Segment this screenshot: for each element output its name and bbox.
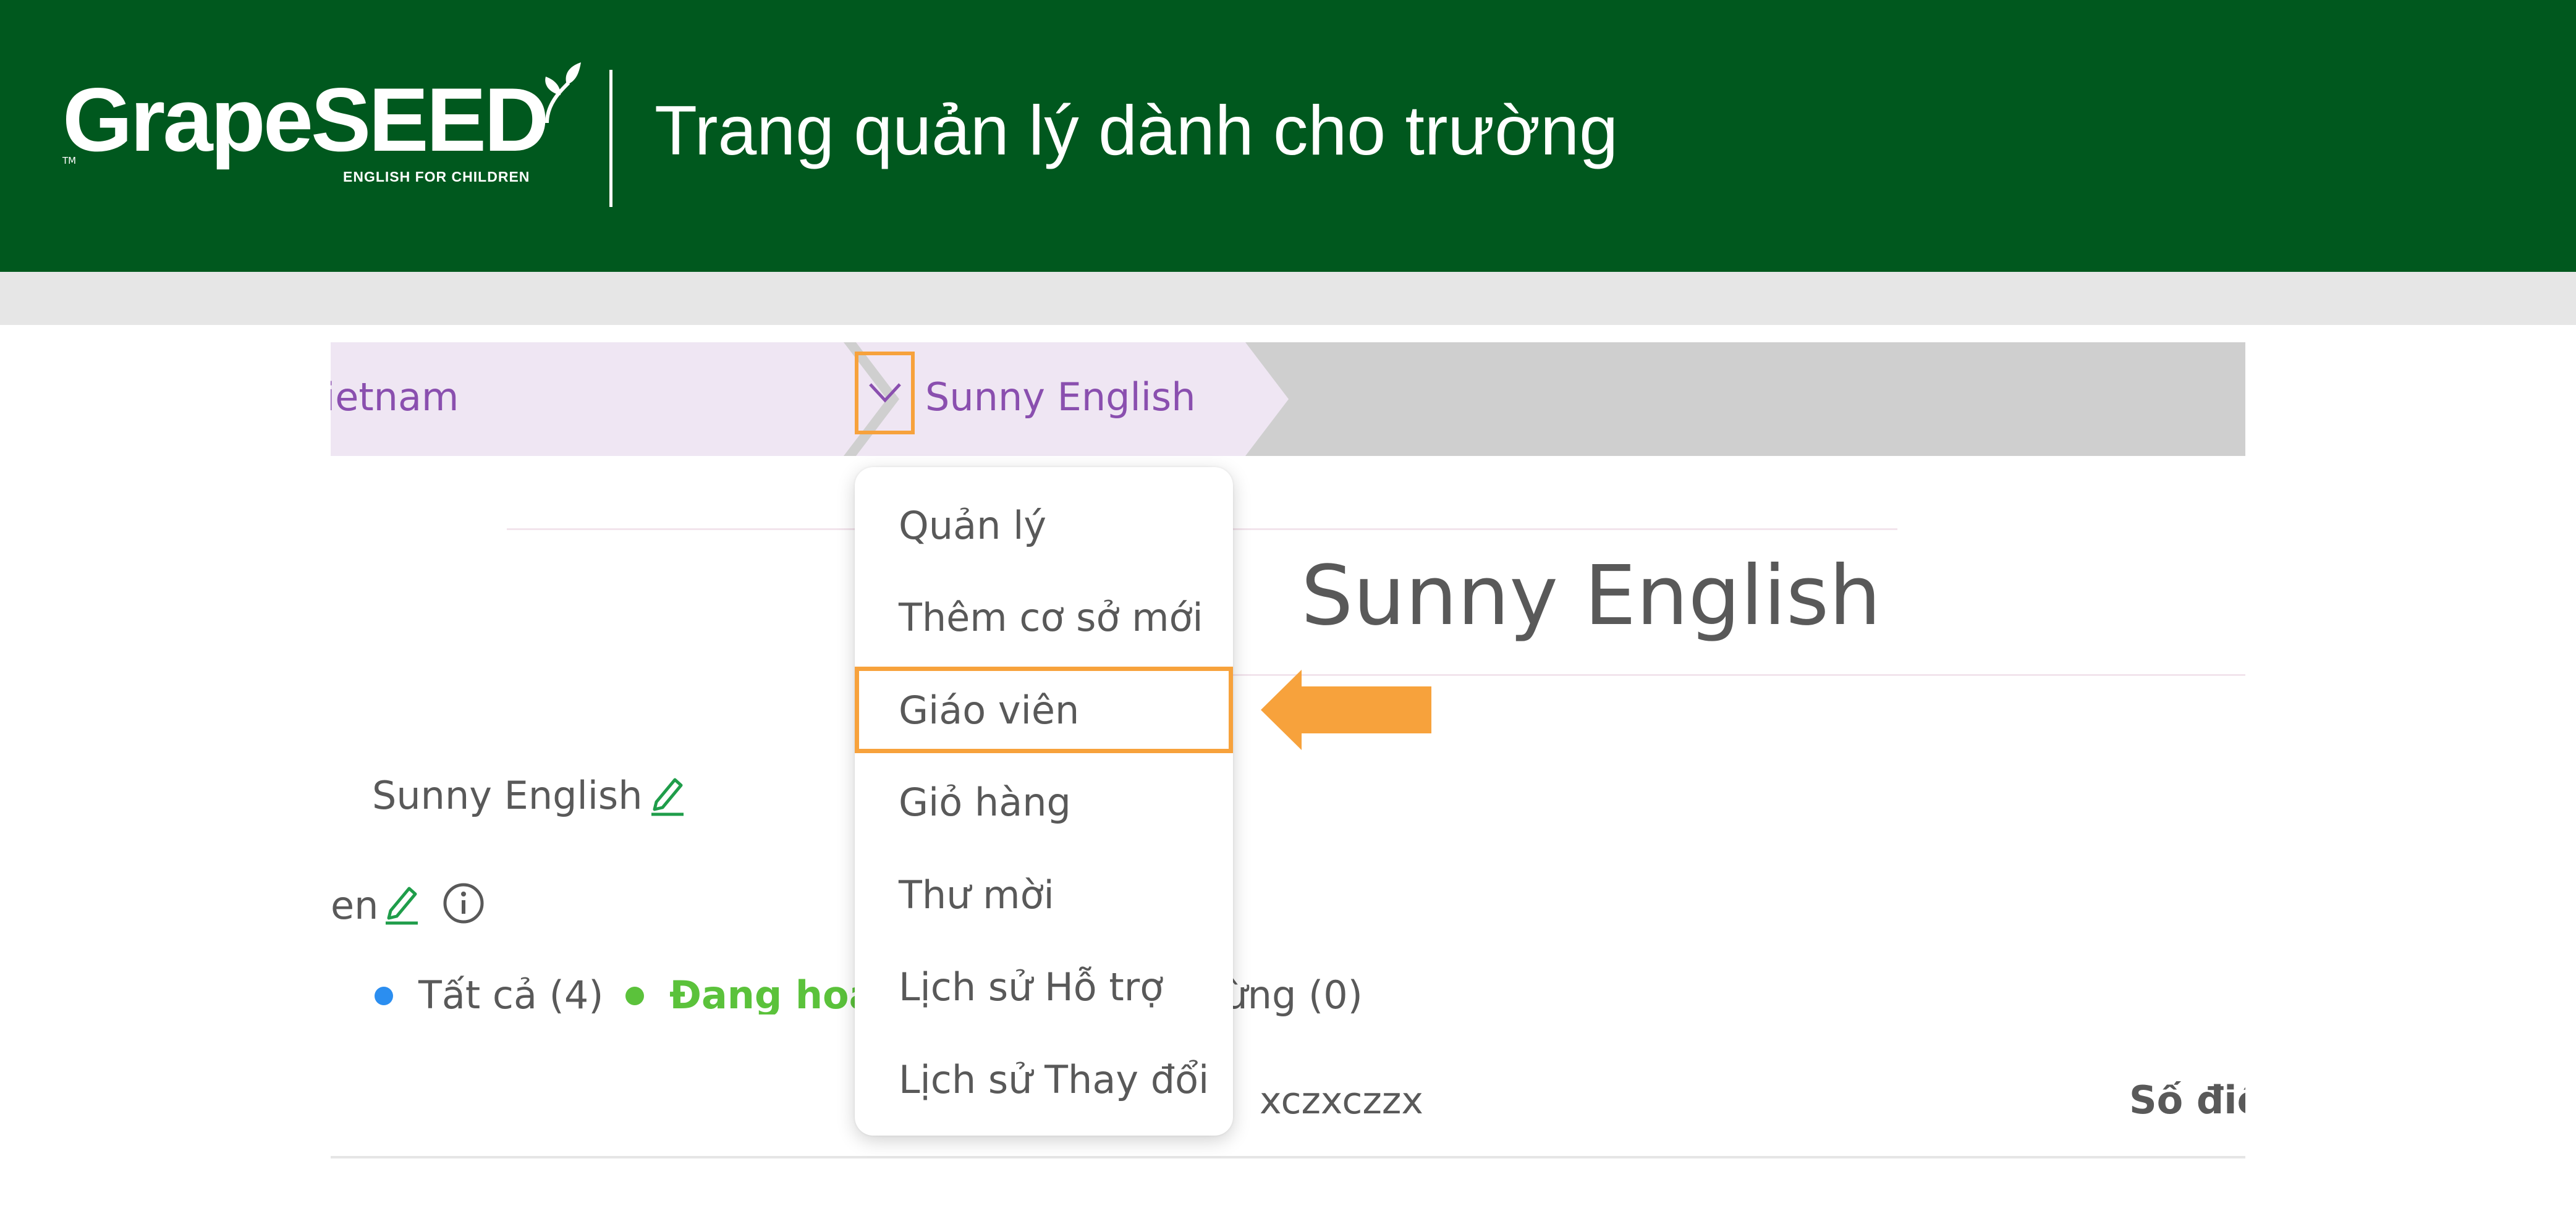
chevron-down-icon	[868, 383, 901, 403]
menu-item-label: Thư mời	[899, 872, 1054, 917]
menu-item-manage[interactable]: Quản lý	[855, 482, 1233, 568]
school-context-menu: Quản lý Thêm cơ sở mới Giáo viên Giỏ hàng Th…	[855, 467, 1233, 1136]
page-title: Sunny English	[1301, 549, 1881, 644]
status-dot-all	[375, 987, 393, 1005]
app-header: GrapeSEED TM ENGLISH FOR CHILDREN Trang …	[0, 0, 2576, 272]
status-dot-active	[625, 987, 644, 1005]
toolbar-band	[0, 272, 2576, 325]
sprout-icon	[545, 62, 581, 124]
edit-pencil-icon[interactable]	[648, 772, 687, 817]
breadcrumb: ietnam Sunny English	[331, 342, 2245, 456]
menu-item-cart[interactable]: Giỏ hàng	[855, 759, 1233, 846]
filter-active[interactable]: Đang hoạ	[669, 976, 855, 1014]
menu-item-label: Lịch sử Thay đổi	[899, 1057, 1210, 1102]
menu-item-label: Quản lý	[899, 502, 1047, 548]
arrow-left-icon	[1261, 670, 1431, 750]
menu-item-label: Giáo viên	[899, 687, 1080, 733]
header-divider	[609, 70, 612, 207]
menu-item-teachers[interactable]: Giáo viên	[855, 667, 1233, 753]
breadcrumb-item-label: Sunny English	[925, 374, 1196, 420]
filter-all[interactable]: Tất cả (4)	[418, 976, 604, 1014]
menu-item-invitations[interactable]: Thư mời	[855, 851, 1233, 938]
breadcrumb-item-label: ietnam	[331, 374, 459, 420]
breadcrumb-dropdown-button[interactable]	[855, 352, 915, 434]
menu-item-change-history[interactable]: Lịch sử Thay đổi	[855, 1036, 1233, 1123]
menu-item-add-campus[interactable]: Thêm cơ sở mới	[855, 575, 1233, 661]
table-divider	[331, 1156, 2245, 1158]
menu-item-support-history[interactable]: Lịch sử Hỗ trợ	[855, 944, 1233, 1031]
table-column-header[interactable]: Số điệ	[2129, 1081, 2245, 1120]
logo-trademark: TM	[62, 155, 77, 166]
school-name-value: Sunny English	[372, 773, 643, 818]
edit-pencil-icon[interactable]	[382, 881, 422, 926]
breadcrumb-item-region[interactable]: ietnam	[331, 342, 905, 456]
logo-wordmark: GrapeSEED	[62, 69, 549, 170]
menu-item-label: Giỏ hàng	[899, 780, 1071, 825]
page-header-title: Trang quản lý dành cho trường	[655, 91, 1618, 169]
grapeseed-logo[interactable]: GrapeSEED TM ENGLISH FOR CHILDREN	[59, 62, 581, 195]
menu-item-label: Thêm cơ sở mới	[899, 595, 1203, 640]
menu-item-label: Lịch sử Hỗ trợ	[899, 964, 1164, 1010]
field-label-partial: en	[331, 887, 379, 925]
breadcrumb-item-school[interactable]: Sunny English	[856, 342, 1289, 456]
info-icon[interactable]	[442, 882, 485, 925]
table-cell: xczxczzx	[1260, 1079, 1423, 1123]
logo-tagline: ENGLISH FOR CHILDREN	[343, 169, 530, 185]
arrow-indicator	[1261, 670, 1434, 750]
